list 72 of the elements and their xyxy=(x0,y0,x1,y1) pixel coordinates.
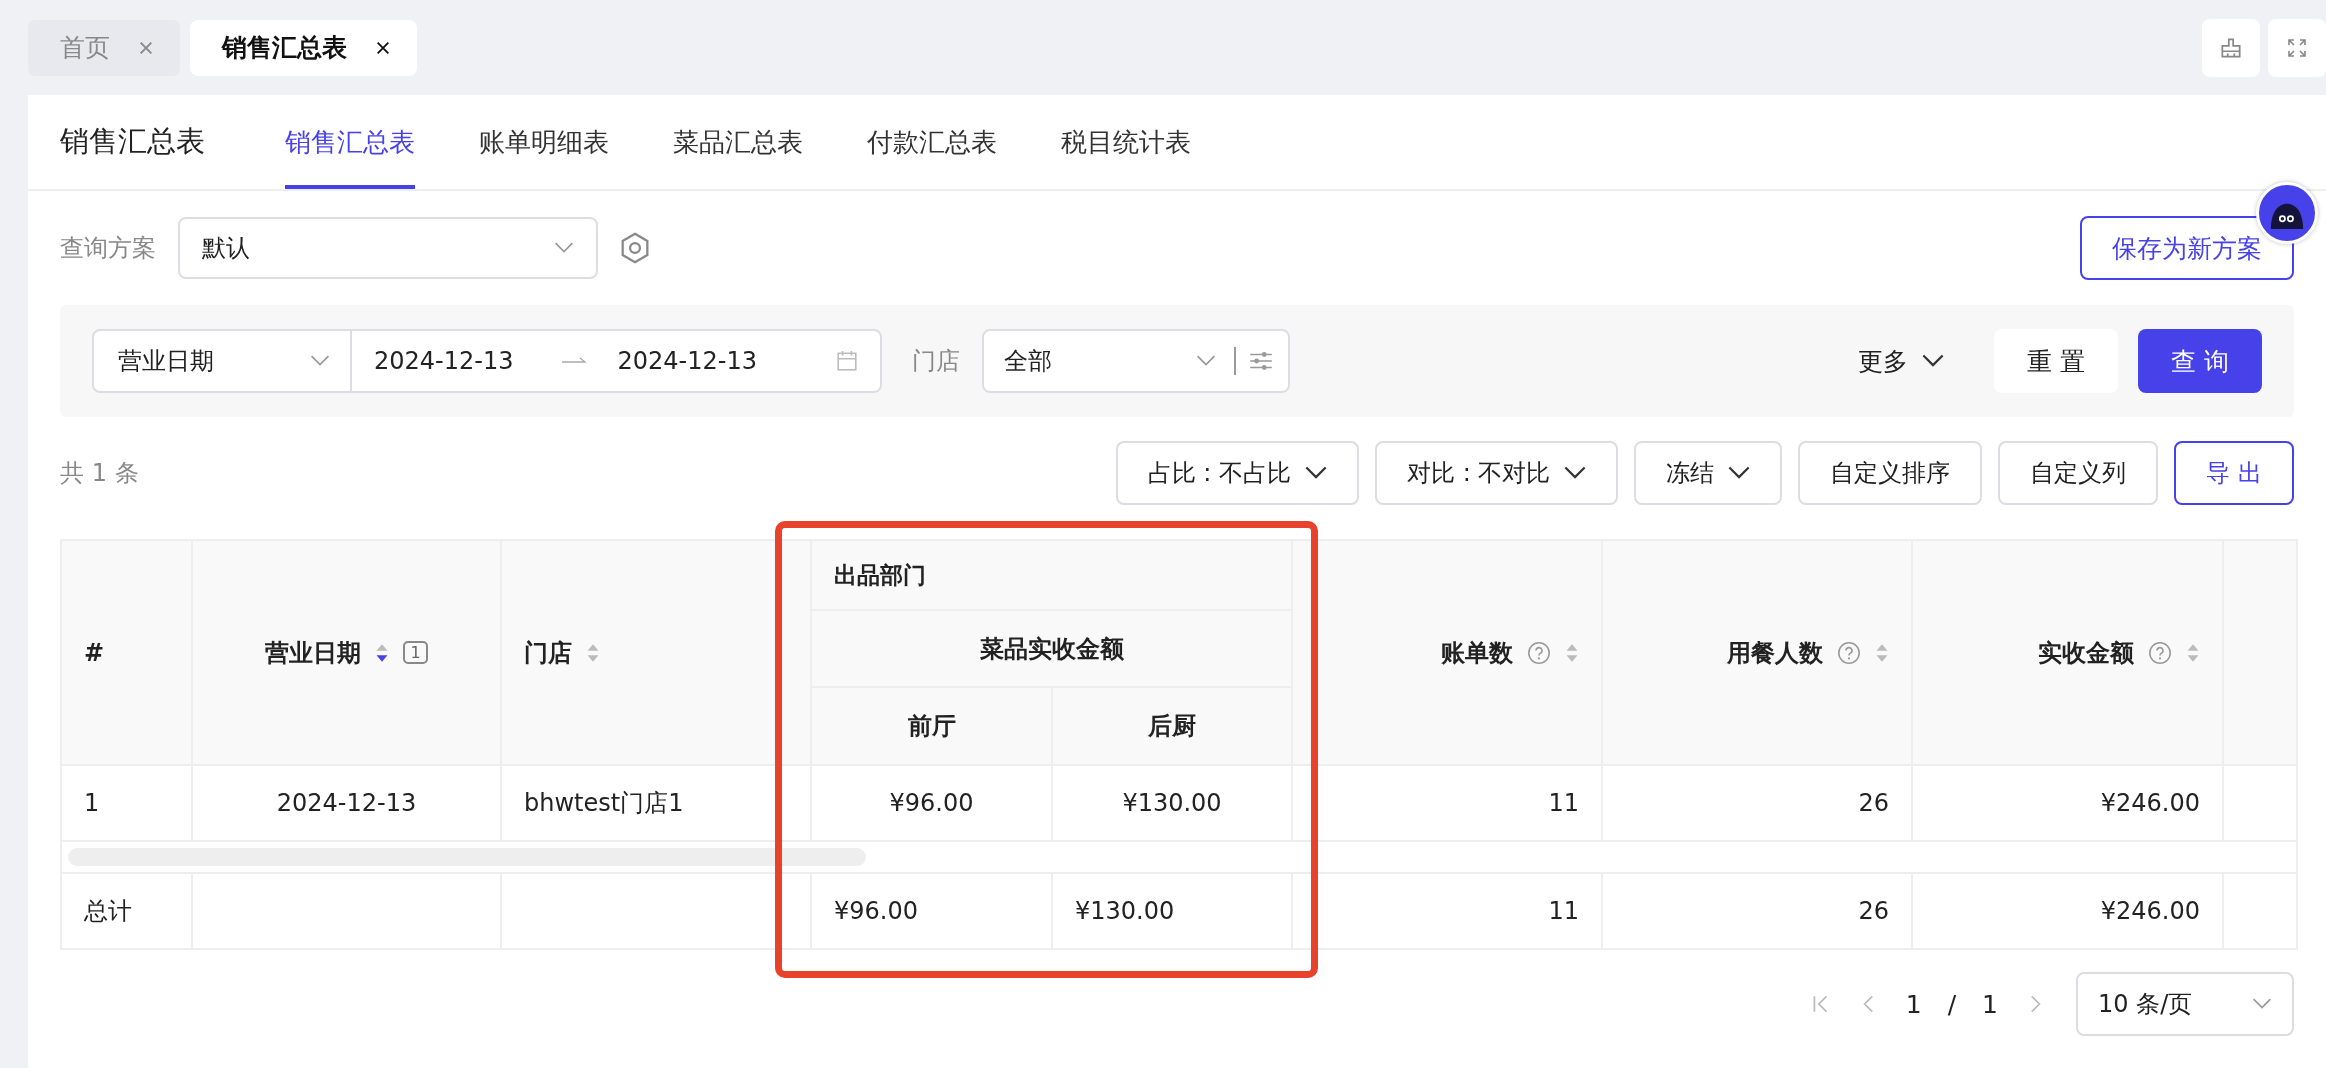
more-toggle[interactable]: 更多 xyxy=(1858,344,1944,378)
fullscreen-icon[interactable] xyxy=(2268,18,2326,77)
report-tab[interactable]: 账单明细表 xyxy=(479,95,609,189)
chevron-down-icon xyxy=(1305,466,1327,480)
chevron-down-icon[interactable] xyxy=(310,355,330,367)
search-button[interactable]: 查 询 xyxy=(2138,329,2262,393)
record-count: 共 1 条 xyxy=(60,458,139,489)
help-icon[interactable] xyxy=(2148,640,2172,665)
chevron-down-icon xyxy=(2252,998,2272,1010)
dropdown-button[interactable]: 冻结 xyxy=(1634,441,1783,505)
group-header: 菜品实收金额 xyxy=(811,610,1292,687)
group-header: 出品部门 xyxy=(811,540,1292,610)
date-type-select[interactable]: 营业日期 xyxy=(118,345,214,377)
report-tab[interactable]: 税目统计表 xyxy=(1061,95,1191,189)
table-cell: 11 xyxy=(1548,789,1579,817)
total-cell: ¥130.00 xyxy=(1075,897,1175,925)
reset-button[interactable]: 重 置 xyxy=(1994,329,2118,393)
broom-icon[interactable] xyxy=(2202,18,2260,77)
chevron-down-icon xyxy=(554,242,574,254)
column-header: 用餐人数 xyxy=(1602,540,1912,765)
toolbar-button[interactable]: 自定义排序 xyxy=(1798,441,1983,505)
help-icon[interactable] xyxy=(1527,640,1551,665)
table-cell: 1 xyxy=(84,789,100,817)
total-cell: 11 xyxy=(1548,897,1579,925)
report-tab[interactable]: 付款汇总表 xyxy=(867,95,997,189)
help-icon[interactable] xyxy=(1837,640,1861,665)
column-header: 账单数 xyxy=(1292,540,1602,765)
close-icon[interactable] xyxy=(375,39,391,56)
total-label: 总计 xyxy=(84,897,132,925)
table-cell: ¥130.00 xyxy=(1122,789,1222,817)
table-cell: ¥96.00 xyxy=(889,789,974,817)
total-cell: ¥96.00 xyxy=(834,897,918,925)
page-tab[interactable]: 销售汇总表 xyxy=(190,19,417,76)
scheme-select[interactable]: 默认 xyxy=(178,217,598,279)
save-scheme-button[interactable]: 保存为新方案 xyxy=(2080,216,2294,280)
toolbar-button[interactable]: 自定义列 xyxy=(1998,441,2159,505)
table-cell: bhwtest门店1 xyxy=(524,789,684,817)
current-page: 1 xyxy=(1905,989,1922,1019)
page-separator: / xyxy=(1947,989,1957,1019)
dropdown-button[interactable]: 对比 : 不对比 xyxy=(1375,441,1619,505)
column-header: 前厅 xyxy=(811,687,1052,765)
export-button[interactable]: 导 出 xyxy=(2174,441,2294,505)
column-header: 营业日期 1 xyxy=(192,540,501,765)
sliders-icon[interactable] xyxy=(1248,350,1274,372)
page-size-select[interactable]: 10 条/页 xyxy=(2076,972,2294,1036)
column-header: 后厨 xyxy=(1052,687,1292,765)
store-select[interactable]: 全部 xyxy=(982,329,1290,393)
table-cell: 26 xyxy=(1858,789,1889,817)
date-range-field[interactable]: 营业日期 2024-12-13 2024-12-13 xyxy=(92,329,882,393)
table-cell: 2024-12-13 xyxy=(276,789,417,817)
total-cell: ¥246.00 xyxy=(2100,897,2200,925)
sort-order-badge: 1 xyxy=(403,641,428,664)
column-header: 门店 xyxy=(501,540,811,765)
column-header: 实收金额 xyxy=(1912,540,2223,765)
scrollbar-thumb[interactable] xyxy=(68,848,866,866)
dropdown-button[interactable]: 占比 : 不占比 xyxy=(1115,441,1359,505)
total-pages: 1 xyxy=(1982,989,1998,1019)
end-date[interactable]: 2024-12-13 xyxy=(617,347,757,375)
chevron-down-icon xyxy=(1564,466,1587,480)
scheme-label: 查询方案 xyxy=(60,233,156,264)
chevron-down-icon xyxy=(1196,355,1216,367)
report-tab[interactable]: 菜品汇总表 xyxy=(673,95,803,189)
store-label: 门店 xyxy=(912,346,960,377)
chevron-down-icon xyxy=(1922,354,1944,368)
total-cell: 26 xyxy=(1858,897,1889,925)
start-date[interactable]: 2024-12-13 xyxy=(374,347,514,375)
table-cell: ¥246.00 xyxy=(2100,789,2200,817)
page-title: 销售汇总表 xyxy=(60,123,205,160)
report-tab[interactable]: 销售汇总表 xyxy=(285,95,415,189)
column-header: # xyxy=(61,540,192,765)
calendar-icon xyxy=(836,350,858,372)
chevron-down-icon xyxy=(1728,466,1751,480)
